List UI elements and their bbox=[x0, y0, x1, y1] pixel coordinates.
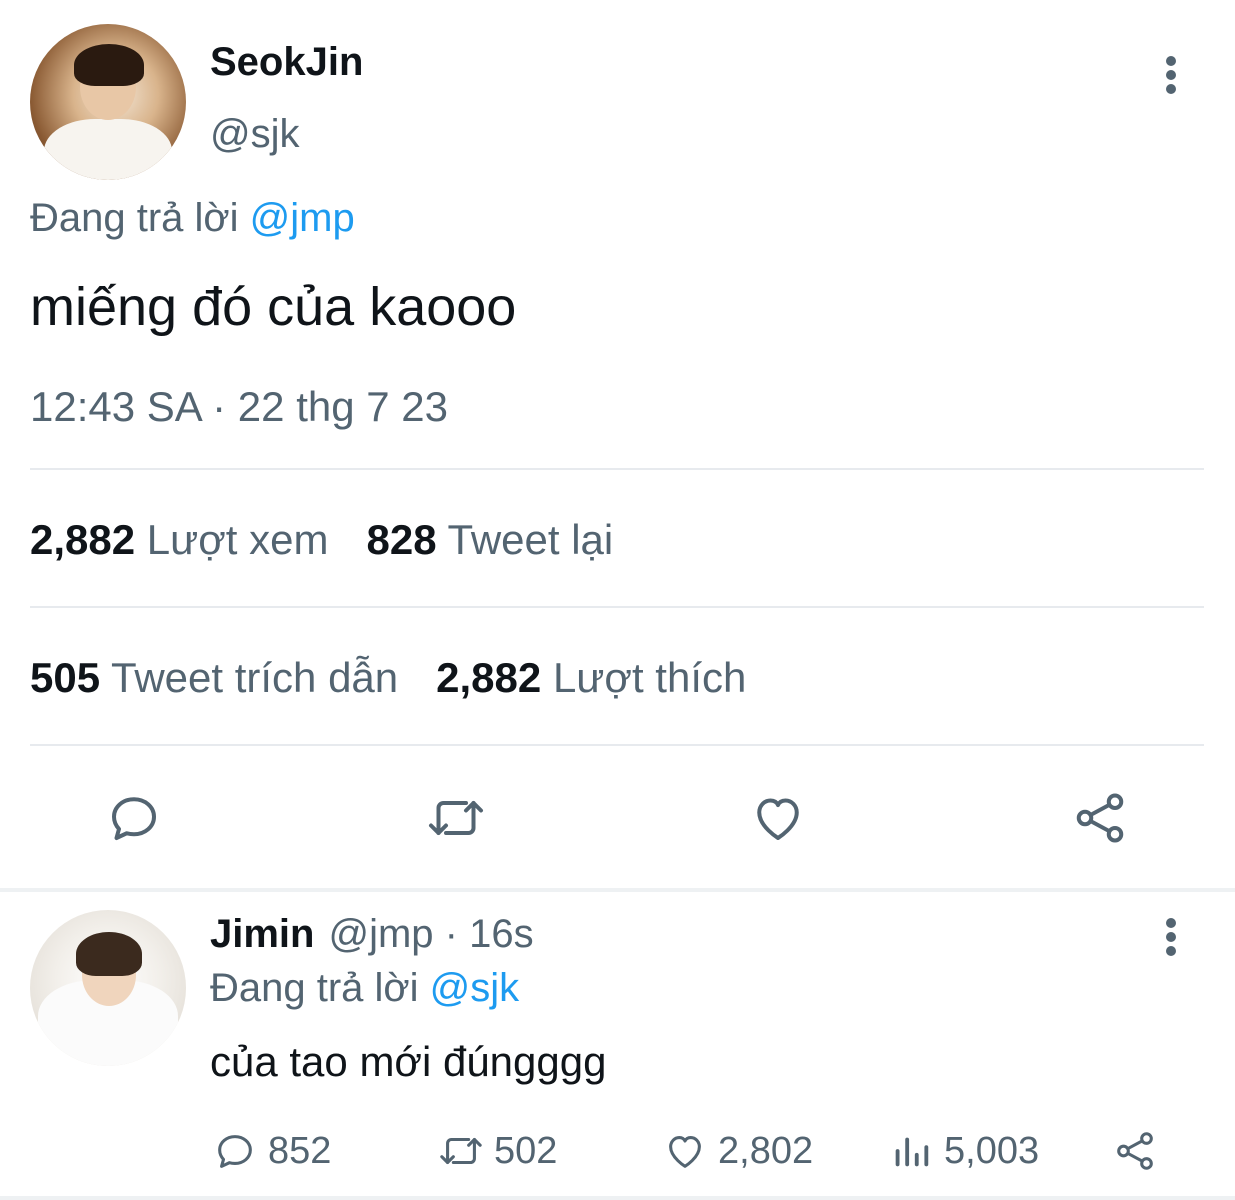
retweet-icon[interactable] bbox=[426, 788, 486, 848]
divider bbox=[30, 468, 1204, 470]
share-icon bbox=[1112, 1128, 1158, 1174]
reply-reply-button[interactable]: 852 bbox=[212, 1126, 331, 1176]
divider bbox=[30, 606, 1204, 608]
views-stat[interactable]: 2,882 Lượt xem bbox=[30, 516, 328, 563]
reply-share-button[interactable] bbox=[1112, 1126, 1168, 1176]
likes-stat[interactable]: 2,882 Lượt thích bbox=[436, 654, 746, 701]
views-icon bbox=[888, 1128, 934, 1174]
more-options-icon[interactable] bbox=[1160, 52, 1182, 98]
tweet-timestamp[interactable]: 12:43 SA · 22 thg 7 23 bbox=[30, 383, 448, 431]
replying-to: Đang trả lời @jmp bbox=[30, 196, 355, 241]
like-count: 2,802 bbox=[718, 1129, 814, 1172]
reply-meta[interactable]: @jmp · 16s bbox=[328, 912, 533, 956]
reply-replying-to-mention[interactable]: @sjk bbox=[430, 966, 520, 1010]
quotes-stat[interactable]: 505 Tweet trích dẫn bbox=[30, 654, 398, 701]
reply-more-options-icon[interactable] bbox=[1160, 914, 1182, 960]
reply-replying-to: Đang trả lời @sjk bbox=[210, 966, 519, 1011]
stats-row-1: 2,882 Lượt xem 828 Tweet lại bbox=[30, 516, 613, 564]
like-icon[interactable] bbox=[748, 788, 808, 848]
like-icon bbox=[662, 1128, 708, 1174]
reply-replying-to-label: Đang trả lời bbox=[210, 966, 419, 1010]
retweet-count: 502 bbox=[494, 1129, 558, 1172]
reply-views-button[interactable]: 5,003 bbox=[888, 1126, 1039, 1176]
stats-row-2: 505 Tweet trích dẫn 2,882 Lượt thích bbox=[30, 654, 746, 702]
views-count: 5,003 bbox=[944, 1129, 1040, 1172]
section-separator bbox=[0, 888, 1235, 892]
share-icon[interactable] bbox=[1070, 788, 1130, 848]
bottom-separator bbox=[0, 1196, 1235, 1200]
author-name[interactable]: SeokJin bbox=[210, 40, 363, 85]
replying-to-mention[interactable]: @jmp bbox=[250, 196, 355, 240]
reply-icon bbox=[212, 1128, 258, 1174]
divider bbox=[30, 744, 1204, 746]
author-handle[interactable]: @sjk bbox=[210, 112, 300, 157]
reply-header: Jimin @jmp · 16s bbox=[210, 912, 534, 957]
avatar-jimin[interactable] bbox=[30, 910, 186, 1066]
reply-author-name[interactable]: Jimin bbox=[210, 912, 314, 956]
retweet-icon bbox=[438, 1128, 484, 1174]
avatar-seokjin[interactable] bbox=[30, 24, 186, 180]
reply-count: 852 bbox=[268, 1129, 332, 1172]
reply-icon[interactable] bbox=[104, 788, 164, 848]
reply-retweet-button[interactable]: 502 bbox=[438, 1126, 557, 1176]
reply-like-button[interactable]: 2,802 bbox=[662, 1126, 813, 1176]
tweet-text: miếng đó của kaooo bbox=[30, 277, 517, 337]
retweets-stat[interactable]: 828 Tweet lại bbox=[366, 516, 613, 563]
reply-text: của tao mới đúngggg bbox=[210, 1038, 607, 1085]
replying-to-label: Đang trả lời bbox=[30, 196, 239, 240]
main-tweet: SeokJin @sjk Đang trả lời @jmp miếng đó … bbox=[0, 0, 1235, 888]
